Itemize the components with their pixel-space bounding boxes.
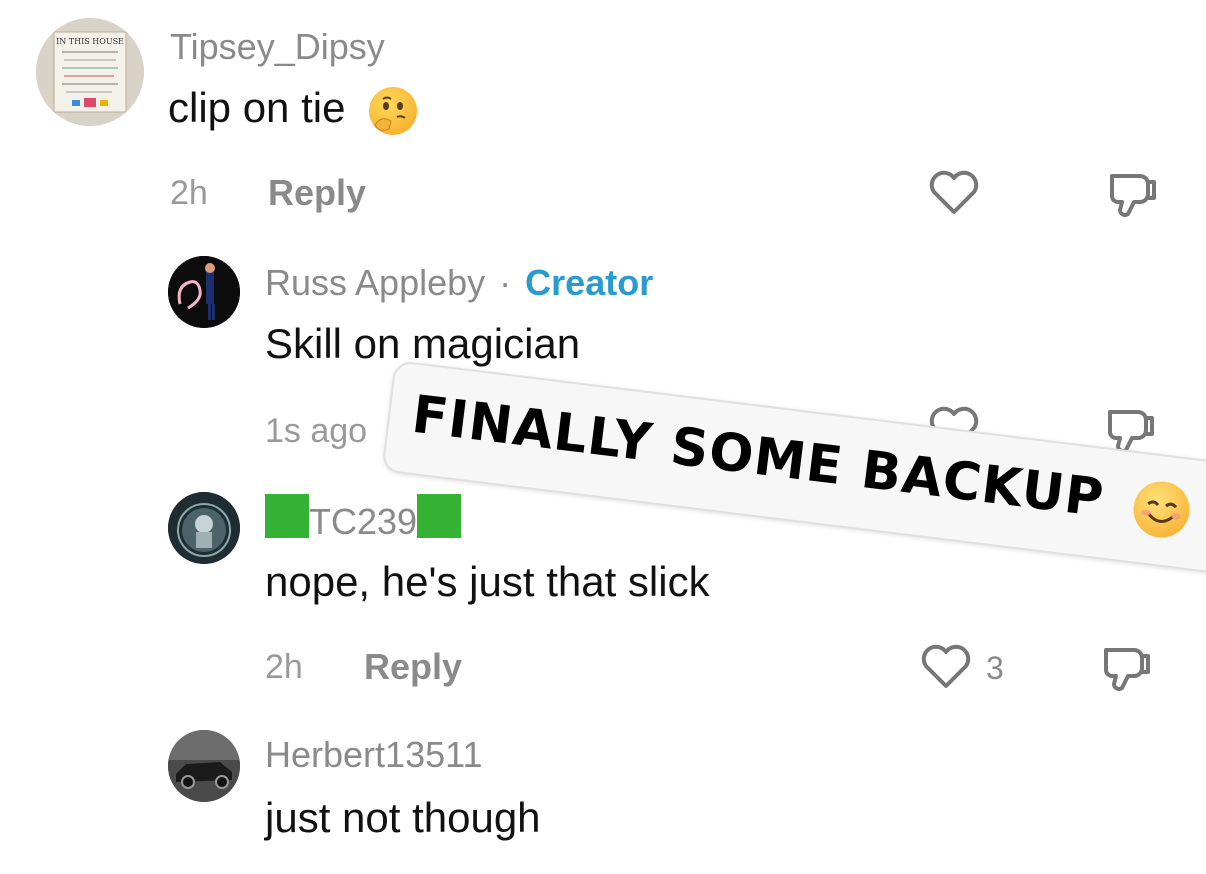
overlay-caption: FINALLY SOME BACKUP — [381, 360, 1206, 577]
username-russ[interactable]: Russ Appleby · Creator — [265, 262, 653, 304]
username-tc239-label: TC239 — [309, 501, 418, 542]
comment-text-tipsey-label: clip on tie — [168, 84, 346, 131]
green-square-icon — [265, 494, 309, 538]
avatar-herbert[interactable] — [168, 730, 240, 802]
username-herbert[interactable]: Herbert13511 — [265, 734, 482, 776]
username-tipsey[interactable]: Tipsey_Dipsy — [170, 26, 385, 68]
thinking-emoji-icon — [369, 86, 418, 135]
username-tc239[interactable]: TC239 — [265, 494, 462, 543]
comment-text-tipsey: clip on tie — [168, 84, 418, 135]
reply-button[interactable]: Reply — [268, 172, 366, 214]
smiling-emoji-icon — [1130, 478, 1194, 541]
like-count: 3 — [986, 650, 1004, 686]
username-russ-label: Russ Appleby — [265, 262, 486, 303]
green-square-icon — [417, 494, 462, 538]
overlay-caption-label: FINALLY SOME BACKUP — [408, 384, 1108, 530]
timestamp: 1s ago — [265, 412, 368, 450]
comment-text-herbert: just not though — [265, 794, 541, 841]
comment-text-russ: Skill on magician — [265, 320, 581, 367]
separator-dot: · — [499, 262, 512, 303]
comment-text-tc239: nope, he's just that slick — [265, 558, 710, 605]
reply-button[interactable]: Reply — [364, 646, 462, 688]
avatar-russ[interactable] — [168, 256, 240, 328]
heart-icon[interactable] — [920, 644, 972, 695]
timestamp: 2h — [170, 174, 208, 212]
overlay-caption-text: FINALLY SOME BACKUP — [409, 385, 1194, 541]
avatar-tipsey[interactable]: IN THIS HOUSE — [36, 18, 144, 126]
timestamp: 2h — [265, 648, 303, 686]
dislike-icon[interactable] — [1100, 642, 1156, 699]
creator-badge: Creator — [525, 262, 654, 303]
heart-icon[interactable] — [928, 170, 980, 221]
svg-text:IN THIS HOUSE: IN THIS HOUSE — [56, 37, 124, 46]
avatar-tc239[interactable] — [168, 492, 240, 564]
dislike-icon[interactable] — [1106, 168, 1162, 225]
